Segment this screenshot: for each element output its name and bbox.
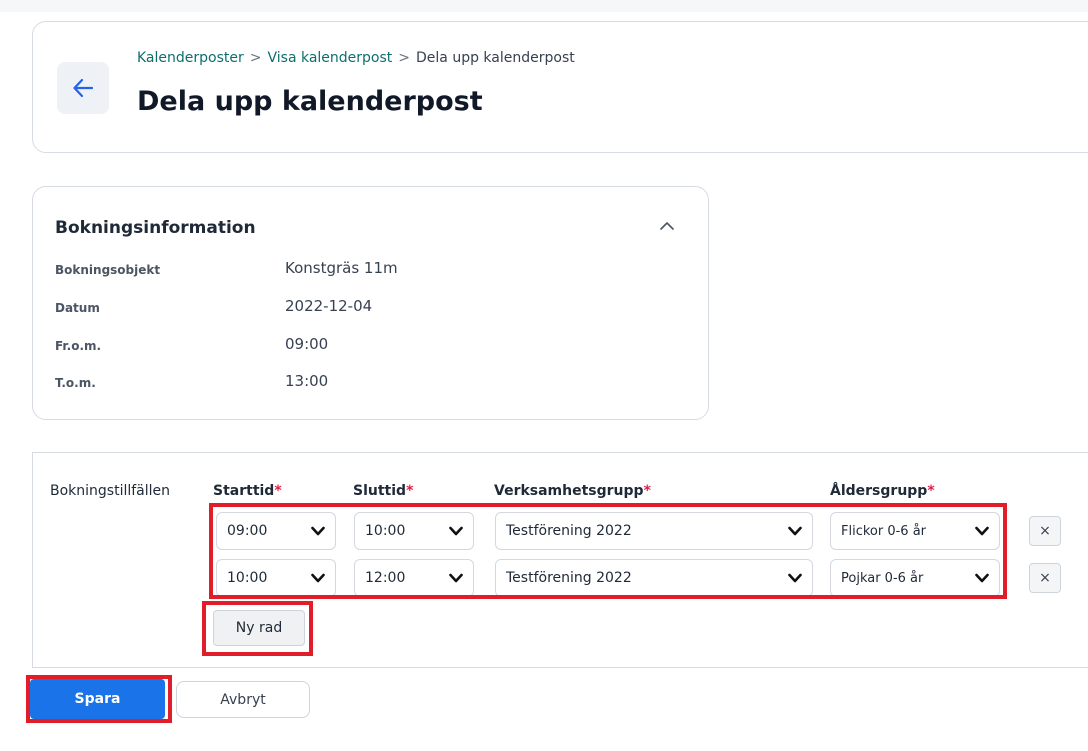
header-card: Kalenderposter > Visa kalenderpost > Del… (32, 21, 1088, 153)
info-value: 09:00 (285, 335, 329, 353)
info-label: Datum (55, 301, 100, 315)
top-strip (0, 0, 1088, 12)
breadcrumb-current: Dela upp kalenderpost (416, 50, 575, 66)
chevron-down-icon (311, 526, 325, 536)
info-row-date: Datum 2022-12-04 (55, 297, 675, 321)
cancel-button[interactable]: Avbryt (176, 681, 310, 718)
page-title: Dela upp kalenderpost (137, 86, 483, 117)
info-label: Fr.o.m. (55, 339, 102, 353)
info-value: Konstgräs 11m (285, 259, 398, 277)
breadcrumb-separator: > (249, 50, 262, 66)
back-button[interactable] (57, 62, 109, 114)
new-row-button[interactable]: Ny rad (213, 610, 305, 646)
chevron-down-icon (975, 573, 989, 583)
chevron-down-icon (311, 573, 325, 583)
age-group-select[interactable]: Pojkar 0-6 år (830, 559, 1000, 597)
breadcrumb-calendar-entries[interactable]: Kalenderposter (137, 50, 244, 66)
info-row-object: Bokningsobjekt Konstgräs 11m (55, 259, 675, 283)
remove-row-button[interactable]: × (1029, 563, 1061, 593)
arrow-left-icon (73, 79, 93, 97)
chevron-down-icon (788, 573, 802, 583)
column-header-group: Verksamhetsgrupp* (494, 483, 651, 499)
chevron-down-icon (788, 526, 802, 536)
info-label: T.o.m. (55, 376, 96, 390)
chevron-up-icon[interactable] (660, 221, 674, 230)
info-value: 13:00 (285, 372, 329, 390)
end-time-select[interactable]: 10:00 (354, 512, 474, 550)
booking-occasions-section: Bokningstillfällen Starttid* Sluttid* Ve… (32, 452, 1088, 668)
activity-group-select[interactable]: Testförening 2022 (495, 559, 813, 597)
breadcrumb: Kalenderposter > Visa kalenderpost > Del… (137, 50, 575, 66)
occasions-label: Bokningstillfällen (50, 483, 171, 499)
end-time-select[interactable]: 12:00 (354, 559, 474, 597)
chevron-down-icon (449, 573, 463, 583)
breadcrumb-separator: > (398, 50, 411, 66)
start-time-select[interactable]: 10:00 (216, 559, 336, 597)
breadcrumb-view-entry[interactable]: Visa kalenderpost (267, 50, 392, 66)
age-group-select[interactable]: Flickor 0-6 år (830, 512, 1000, 550)
save-button[interactable]: Spara (30, 679, 165, 719)
info-label: Bokningsobjekt (55, 263, 161, 277)
column-header-age: Åldersgrupp* (830, 483, 935, 499)
column-header-start: Starttid* (213, 483, 282, 499)
column-header-end: Sluttid* (353, 483, 414, 499)
info-value: 2022-12-04 (285, 297, 373, 315)
remove-row-button[interactable]: × (1029, 516, 1061, 546)
start-time-select[interactable]: 09:00 (216, 512, 336, 550)
chevron-down-icon (449, 526, 463, 536)
chevron-down-icon (975, 526, 989, 536)
activity-group-select[interactable]: Testförening 2022 (495, 512, 813, 550)
info-row-from: Fr.o.m. 09:00 (55, 335, 675, 359)
info-row-to: T.o.m. 13:00 (55, 372, 675, 396)
booking-info-title: Bokningsinformation (55, 218, 256, 238)
booking-info-card: Bokningsinformation Bokningsobjekt Konst… (32, 186, 709, 420)
